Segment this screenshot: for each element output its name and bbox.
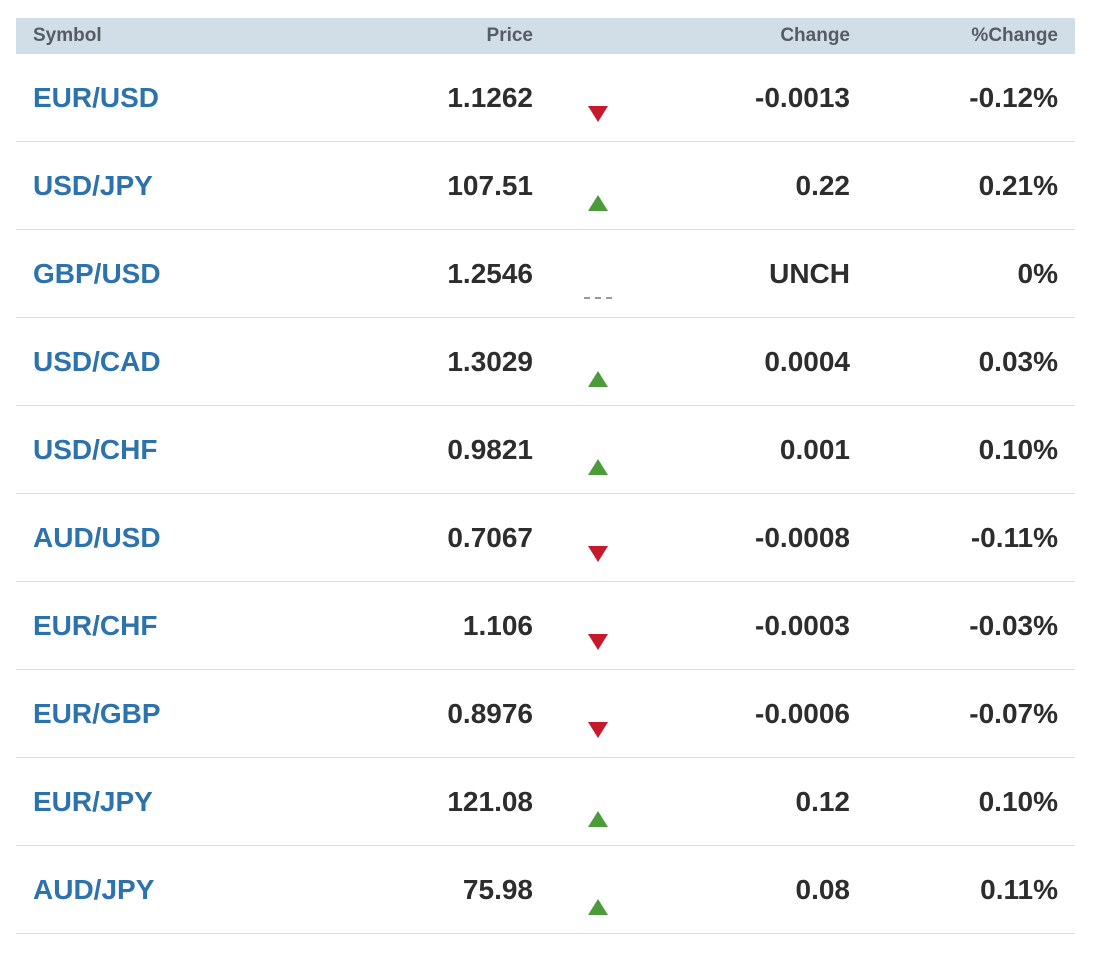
triangle-down-icon xyxy=(588,546,608,562)
direction-cell xyxy=(533,142,663,229)
pct-change-cell: 0.10% xyxy=(978,785,1058,817)
change-cell: 0.001 xyxy=(779,433,850,465)
pct-change-cell: 0.10% xyxy=(978,433,1058,465)
table-row: USD/CAD 1.3029 0.0004 0.03% xyxy=(16,318,1075,406)
direction-cell xyxy=(533,582,663,669)
pct-change-cell: 0.03% xyxy=(978,345,1058,377)
table-row: USD/CHF 0.9821 0.001 0.10% xyxy=(16,406,1075,494)
header-price: Price xyxy=(486,25,533,46)
symbol-link[interactable]: GBP/USD xyxy=(16,258,346,290)
change-cell: 0.0004 xyxy=(764,345,850,377)
pct-change-cell: -0.03% xyxy=(969,609,1058,641)
change-cell: -0.0008 xyxy=(755,521,850,553)
direction-cell xyxy=(533,406,663,493)
table-row: AUD/JPY 75.98 0.08 0.11% xyxy=(16,846,1075,934)
header-direction xyxy=(533,18,663,54)
table-row: USD/JPY 107.51 0.22 0.21% xyxy=(16,142,1075,230)
direction-cell xyxy=(533,318,663,405)
price-cell: 1.1262 xyxy=(447,81,533,113)
symbol-link[interactable]: USD/CAD xyxy=(16,346,346,378)
table-row: EUR/JPY 121.08 0.12 0.10% xyxy=(16,758,1075,846)
change-cell: -0.0006 xyxy=(755,697,850,729)
direction-cell xyxy=(533,54,663,141)
table-row: GBP/USD 1.2546 UNCH 0% xyxy=(16,230,1075,318)
symbol-link[interactable]: USD/CHF xyxy=(16,434,346,466)
direction-cell xyxy=(533,846,663,933)
price-cell: 1.3029 xyxy=(447,345,533,377)
direction-cell xyxy=(533,670,663,757)
currency-quotes-table: Symbol Price Change %Change EUR/USD 1.12… xyxy=(16,18,1075,934)
direction-cell xyxy=(533,494,663,581)
pct-change-cell: -0.12% xyxy=(969,81,1058,113)
dash-icon xyxy=(584,297,612,299)
direction-cell xyxy=(533,230,663,317)
table-row: EUR/CHF 1.106 -0.0003 -0.03% xyxy=(16,582,1075,670)
triangle-up-icon xyxy=(588,899,608,915)
triangle-down-icon xyxy=(588,634,608,650)
triangle-up-icon xyxy=(588,811,608,827)
direction-cell xyxy=(533,758,663,845)
pct-change-cell: 0.21% xyxy=(978,169,1058,201)
change-cell: UNCH xyxy=(769,257,850,289)
table-row: EUR/GBP 0.8976 -0.0006 -0.07% xyxy=(16,670,1075,758)
change-cell: 0.12 xyxy=(795,785,851,817)
price-cell: 75.98 xyxy=(462,873,533,905)
triangle-up-icon xyxy=(588,371,608,387)
price-cell: 1.2546 xyxy=(447,257,533,289)
table-row: EUR/USD 1.1262 -0.0013 -0.12% xyxy=(16,54,1075,142)
symbol-link[interactable]: EUR/CHF xyxy=(16,610,346,642)
pct-change-cell: -0.07% xyxy=(969,697,1058,729)
symbol-link[interactable]: USD/JPY xyxy=(16,170,346,202)
triangle-down-icon xyxy=(588,106,608,122)
pct-change-cell: 0% xyxy=(1017,257,1058,289)
symbol-link[interactable]: EUR/GBP xyxy=(16,698,346,730)
symbol-link[interactable]: EUR/USD xyxy=(16,82,346,114)
pct-change-cell: -0.11% xyxy=(970,521,1058,553)
symbol-link[interactable]: AUD/JPY xyxy=(16,874,346,906)
price-cell: 1.106 xyxy=(462,609,533,641)
header-symbol: Symbol xyxy=(33,25,102,46)
table-row: AUD/USD 0.7067 -0.0008 -0.11% xyxy=(16,494,1075,582)
change-cell: -0.0003 xyxy=(755,609,850,641)
change-cell: -0.0013 xyxy=(755,81,850,113)
table-header: Symbol Price Change %Change xyxy=(16,18,1075,54)
symbol-link[interactable]: EUR/JPY xyxy=(16,786,346,818)
price-cell: 0.8976 xyxy=(447,697,533,729)
triangle-down-icon xyxy=(588,722,608,738)
price-cell: 107.51 xyxy=(447,169,533,201)
price-cell: 0.9821 xyxy=(447,433,533,465)
triangle-up-icon xyxy=(588,459,608,475)
change-cell: 0.22 xyxy=(795,169,851,201)
header-pct-change: %Change xyxy=(971,25,1058,46)
header-change: Change xyxy=(780,25,850,46)
price-cell: 121.08 xyxy=(447,785,533,817)
price-cell: 0.7067 xyxy=(447,521,533,553)
symbol-link[interactable]: AUD/USD xyxy=(16,522,346,554)
change-cell: 0.08 xyxy=(795,873,851,905)
triangle-up-icon xyxy=(588,195,608,211)
pct-change-cell: 0.11% xyxy=(980,873,1058,905)
